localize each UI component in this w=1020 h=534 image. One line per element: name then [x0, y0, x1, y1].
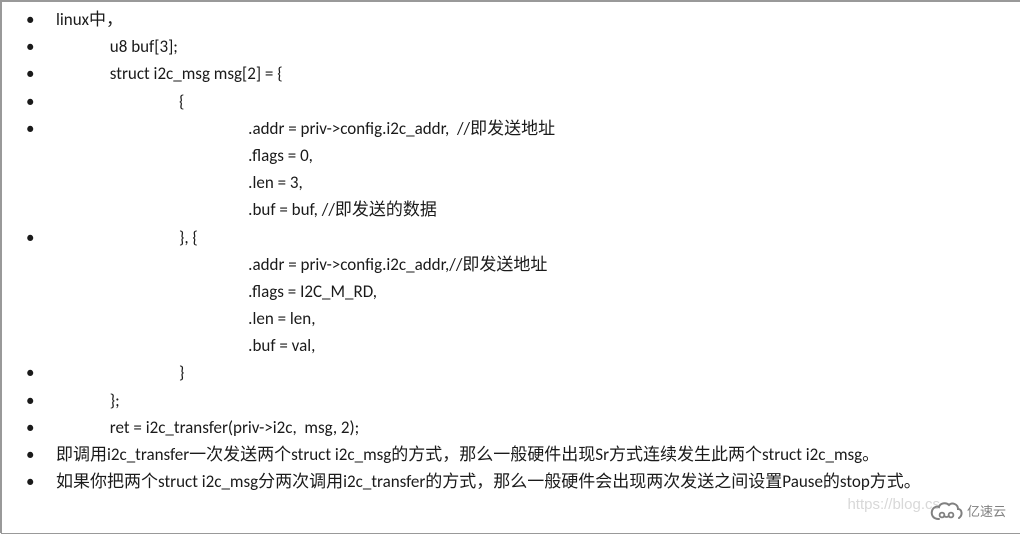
line-text: .buf = buf, //即发送的数据	[56, 196, 437, 223]
bullet-dot	[22, 332, 56, 359]
bullet-dot: •	[22, 33, 56, 60]
line-text: .len = len,	[56, 305, 315, 332]
code-line: • }, {	[22, 224, 1000, 251]
line-text: }	[56, 359, 184, 386]
line-text: struct i2c_msg msg[2] = {	[56, 60, 283, 87]
line-text: {	[56, 88, 184, 115]
code-line: .buf = buf, //即发送的数据	[22, 196, 1000, 223]
paragraph-text: 如果你把两个struct i2c_msg分两次调用i2c_transfer的方式…	[56, 468, 921, 495]
line-text: linux中，	[56, 6, 123, 33]
line-text: .flags = I2C_M_RD,	[56, 278, 377, 305]
bullet-dot: •	[22, 115, 56, 142]
line-text: .addr = priv->config.i2c_addr,//即发送地址	[56, 251, 547, 278]
code-line: • };	[22, 387, 1000, 414]
code-line: .flags = I2C_M_RD,	[22, 278, 1000, 305]
paragraph-text: 即调用i2c_transfer一次发送两个struct i2c_msg的方式，那…	[56, 441, 879, 468]
bullet-dot	[22, 278, 56, 305]
code-line: .len = 3,	[22, 169, 1000, 196]
paragraph: • 即调用i2c_transfer一次发送两个struct i2c_msg的方式…	[22, 441, 1000, 468]
bullet-dot: •	[22, 224, 56, 251]
bullet-dot: •	[22, 88, 56, 115]
bullet-dot	[22, 142, 56, 169]
code-line: .addr = priv->config.i2c_addr,//即发送地址	[22, 251, 1000, 278]
cloud-icon	[929, 501, 963, 523]
bullet-dot: •	[22, 6, 56, 33]
line-text: }, {	[56, 224, 198, 251]
brand-logo: 亿速云	[929, 501, 1006, 523]
line-text: ret = i2c_transfer(priv->i2c, msg, 2);	[56, 414, 359, 441]
code-line: • struct i2c_msg msg[2] = {	[22, 60, 1000, 87]
line-text: .addr = priv->config.i2c_addr, //即发送地址	[56, 115, 555, 142]
code-line: .buf = val,	[22, 332, 1000, 359]
code-line: .flags = 0,	[22, 142, 1000, 169]
bullet-dot: •	[22, 468, 56, 495]
bullet-dot: •	[22, 387, 56, 414]
document-content: • linux中， • u8 buf[3]; • struct i2c_msg …	[2, 2, 1020, 495]
line-text: .len = 3,	[56, 169, 303, 196]
code-line: .len = len,	[22, 305, 1000, 332]
bullet-dot: •	[22, 359, 56, 386]
line-text: u8 buf[3];	[56, 33, 178, 60]
code-line: • u8 buf[3];	[22, 33, 1000, 60]
bullet-dot: •	[22, 60, 56, 87]
code-line: • }	[22, 359, 1000, 386]
line-text: .buf = val,	[56, 332, 315, 359]
watermark-text: https://blog.cs	[847, 493, 940, 517]
code-line: • .addr = priv->config.i2c_addr, //即发送地址	[22, 115, 1000, 142]
bullet-dot	[22, 251, 56, 278]
line-text: };	[56, 387, 120, 414]
code-line: • ret = i2c_transfer(priv->i2c, msg, 2);	[22, 414, 1000, 441]
paragraph: • 如果你把两个struct i2c_msg分两次调用i2c_transfer的…	[22, 468, 1000, 495]
bullet-dot	[22, 196, 56, 223]
brand-name: 亿速云	[967, 502, 1006, 523]
bullet-dot	[22, 305, 56, 332]
code-line: • {	[22, 88, 1000, 115]
bullet-dot: •	[22, 414, 56, 441]
bullet-dot	[22, 169, 56, 196]
code-line: • linux中，	[22, 6, 1000, 33]
line-text: .flags = 0,	[56, 142, 313, 169]
bullet-dot: •	[22, 441, 56, 468]
